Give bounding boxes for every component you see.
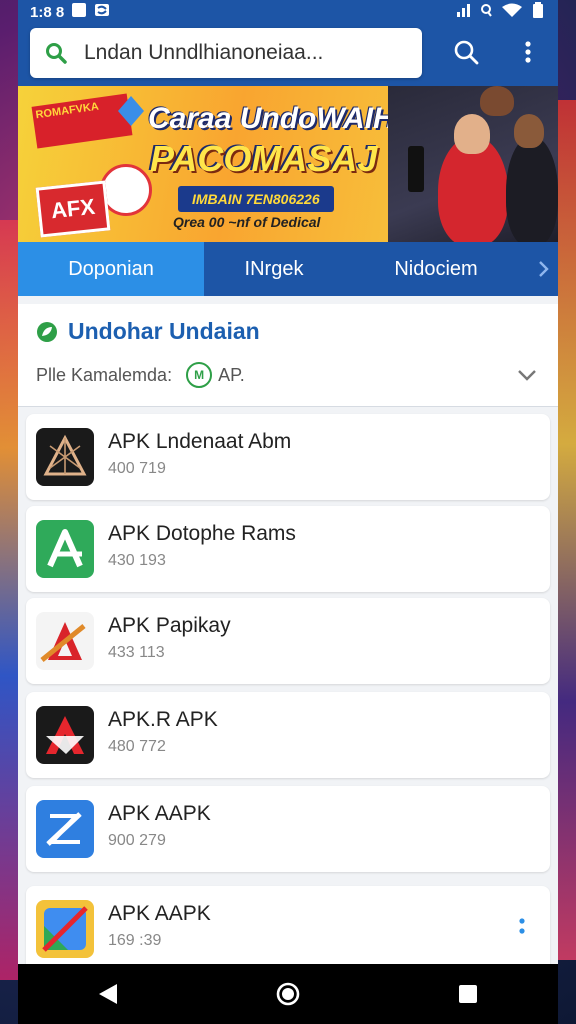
diamond-icon [118,96,144,126]
red-a-slash-icon [36,612,94,670]
section-title: Undohar Undaian [36,318,260,345]
tab-bar: Doponian INrgek Nidociem [18,242,558,296]
filter-label: Plle Kamalemda: [36,364,173,385]
phone-screen: 1:8 8 Lndan Unndlhianoneiaa... ROMAFVKA … [18,0,558,1024]
app-title: APK Dotophe Rams [108,522,296,545]
leaf-icon [37,321,57,342]
blue-z-icon [36,800,94,858]
overflow-menu-button[interactable] [510,34,546,70]
list-item[interactable]: APK Papikay 433 113 [26,598,550,684]
search-input[interactable] [82,40,406,66]
tab-nidociem[interactable]: Nidociem [344,242,528,296]
green-a-icon [36,520,94,578]
app-subtitle: 433 113 [108,644,165,661]
back-icon [99,984,117,1004]
banner-title: Caraa UndoWAIH [148,102,395,135]
web-triangle-icon [36,428,94,486]
app-subtitle: 480 772 [108,738,166,755]
app-title: APK Papikay [108,614,231,637]
recents-icon [459,985,477,1003]
vpn-icon [480,3,492,21]
app-subtitle: 430 193 [108,552,166,569]
app-subtitle: 400 719 [108,460,166,477]
banner-artwork: ROMAFVKA AFX [28,93,152,238]
search-box[interactable] [30,28,422,78]
notification-icon [72,3,87,21]
chevron-right-icon [539,261,549,277]
chevron-down-icon[interactable] [516,364,538,386]
filter-card: Undohar Undaian Plle Kamalemda: M AP. [18,304,558,407]
background-decoration [558,100,576,960]
yellow-slash-icon [36,900,94,958]
back-button[interactable] [88,974,128,1014]
sync-icon [94,3,110,21]
status-time: 1:8 8 [30,3,65,21]
list-item[interactable]: APK Dotophe Rams 430 193 [26,506,550,592]
recents-button[interactable] [448,974,488,1014]
android-icon: M [186,362,213,388]
home-button[interactable] [268,974,308,1014]
list-item[interactable]: APK AAPK 900 279 [26,786,550,872]
tab-scroll-button[interactable] [528,242,558,296]
signal-icon [456,3,470,21]
banner-headline: PACOMASAJ [150,138,378,179]
list-item[interactable]: APK.R APK 480 772 [26,692,550,778]
home-icon [276,982,300,1006]
app-subtitle: 169 :39 [108,932,162,949]
banner-people-photo [388,86,558,242]
app-title: APK AAPK [108,902,211,925]
app-title: APK.R APK [108,708,218,731]
tab-inrgek[interactable]: INrgek [204,242,344,296]
more-vertical-icon[interactable] [516,914,528,944]
phone-illustration [408,146,424,192]
list-item[interactable]: APK Lndenaat Abm 400 719 [26,414,550,500]
filter-value: AP. [218,364,245,385]
wifi-icon [502,3,522,21]
app-title: APK AAPK [108,802,211,825]
banner-apk-label: AFX [35,180,111,238]
banner-badge: IMBAIN 7EN806226 [178,186,334,212]
search-icon [46,43,67,64]
status-bar: 1:8 8 [18,0,558,24]
tab-doponian[interactable]: Doponian [18,242,204,296]
more-vertical-icon [525,41,531,63]
category-filter[interactable]: Plle Kamalemda: M AP. [36,362,245,388]
list-item[interactable]: APK AAPK 169 :39 [26,886,550,972]
section-title-text: Undohar Undaian [68,318,260,344]
search-icon [454,40,479,65]
app-subtitle: 900 279 [108,832,166,849]
app-bar [18,24,558,86]
background-decoration [0,220,18,980]
banner-footer: Qrea 00 ~nf of Dedical [173,214,321,230]
search-button[interactable] [448,34,484,70]
promo-banner[interactable]: ROMAFVKA AFX Caraa UndoWAIH PACOMASAJ IM… [18,86,558,242]
app-title: APK Lndenaat Abm [108,430,292,453]
system-nav-bar [18,964,558,1024]
battery-icon [532,2,544,22]
red-a-dark-icon [36,706,94,764]
